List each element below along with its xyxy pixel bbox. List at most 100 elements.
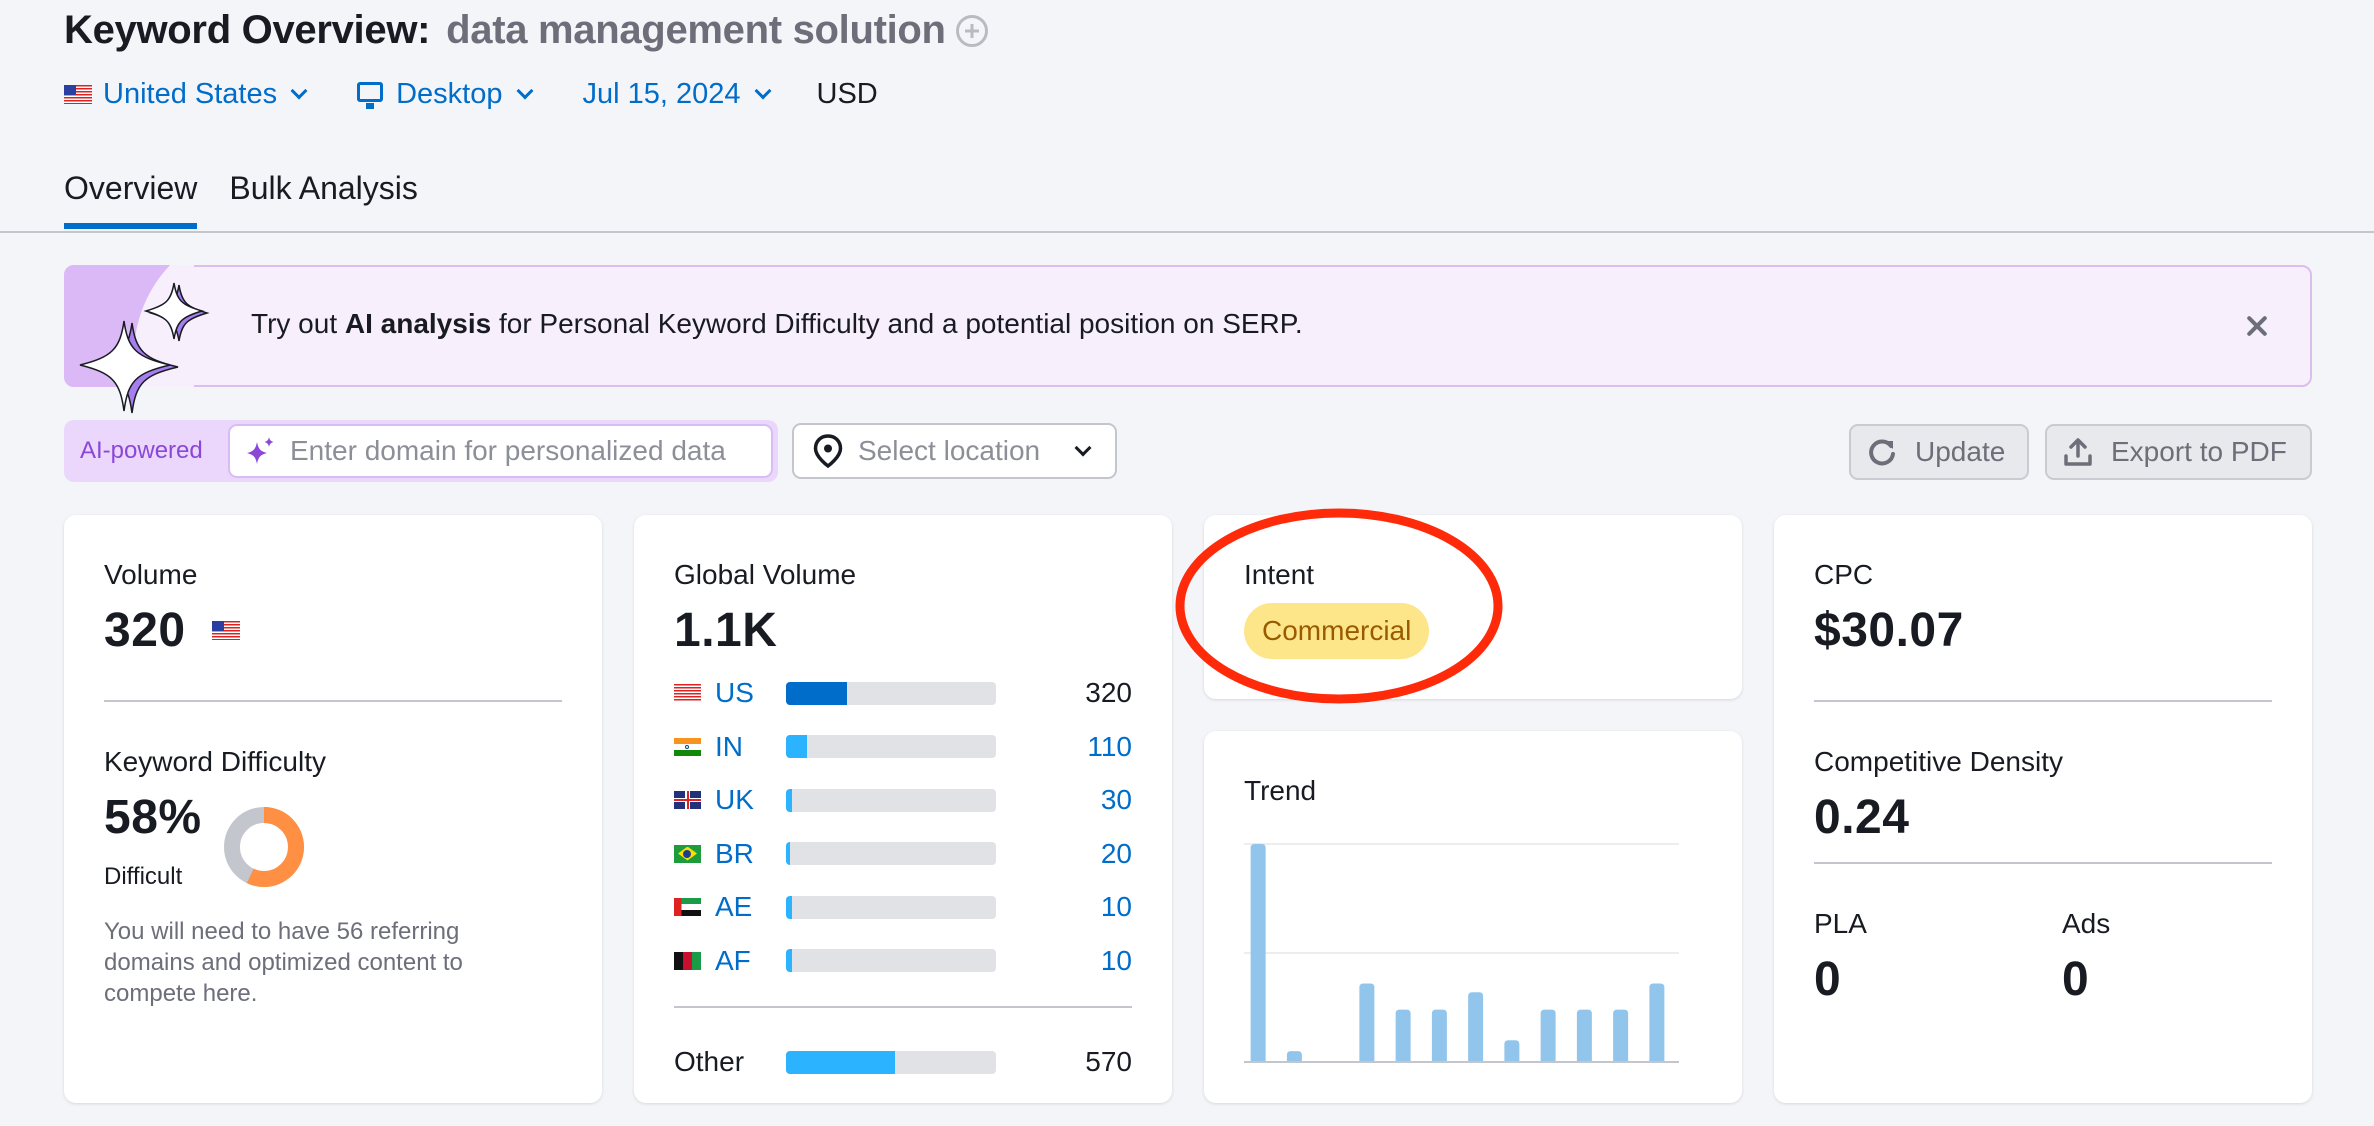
country-bar [786,735,996,758]
tab-bulk-analysis[interactable]: Bulk Analysis [229,170,418,225]
us-flag-icon [212,621,240,640]
tabs-divider [0,231,2374,233]
country-code-link[interactable]: IN [715,731,783,763]
country-volume: 320 [1085,677,1132,708]
kd-value: 58% [104,791,202,844]
date-label: Jul 15, 2024 [582,78,741,110]
cpc-label: CPC [1814,559,1874,590]
sparkle-icon [247,437,274,464]
country-volume[interactable]: 30 [1101,784,1132,816]
country-bar [786,842,996,865]
country-volume[interactable]: 10 [1101,945,1132,977]
close-icon[interactable] [2242,311,2272,341]
banner-text-start: Try out [251,308,345,339]
ai-powered-badge: AI-powered [80,437,203,464]
country-row: IN 110 [674,729,1132,765]
divider [1814,700,2272,702]
other-value: 570 [1085,1046,1132,1077]
trend-bar[interactable] [1286,1051,1302,1062]
us-flag-icon [64,85,92,104]
trend-bar[interactable] [1250,844,1266,1062]
chevron-down-icon [754,82,772,99]
chevron-down-icon [516,82,533,99]
uk-flag-icon [674,791,701,809]
country-volume[interactable]: 20 [1101,838,1132,870]
us-flag-icon [674,684,701,702]
device-dropdown[interactable]: Desktop [357,78,533,111]
country-bar [786,788,996,812]
volume-card: Volume 320 Keyword Difficulty 58% Diffic… [64,515,602,1103]
divider [1814,862,2272,864]
trend-card: Trend [1204,731,1742,1103]
keyword-text: data management solution [446,8,946,52]
trend-bar[interactable] [1649,983,1665,1062]
date-dropdown[interactable]: Jul 15, 2024 [582,78,772,111]
country-volume[interactable]: 110 [1087,731,1132,763]
country-code-link[interactable]: UK [715,784,783,816]
banner-message: Try out AI analysis for Personal Keyword… [251,308,1303,340]
chevron-down-icon [290,82,308,99]
chevron-down-icon [1074,439,1092,457]
trend-bar[interactable] [1468,992,1484,1062]
ads-label: Ads [2062,908,2111,939]
trend-bar[interactable] [1504,1040,1520,1062]
currency-label: USD [816,78,878,110]
ai-domain-group: AI-powered [64,420,778,482]
country-row: UK 30 [674,782,1132,818]
country-bar [786,949,996,972]
competitive-density-label: Competitive Density [1814,746,2063,777]
global-volume-card: Global Volume 1.1K US 320 IN 110 UK 30 BR 20 AE 1… [634,515,1172,1103]
country-code-link[interactable]: AF [715,945,783,977]
upload-icon [2064,438,2092,466]
country-row: US 320 [674,675,1132,711]
country-code-link[interactable]: BR [715,838,783,870]
ae-flag-icon [674,898,701,916]
trend-bar[interactable] [1576,1009,1592,1062]
country-volume[interactable]: 10 [1101,891,1132,923]
kd-label: Keyword Difficulty [104,746,327,777]
country-bar-fill [786,842,791,865]
intent-card: Intent Commercial [1204,515,1742,699]
other-row: Other 570 [674,1044,1132,1080]
other-bar-fill [786,1050,896,1074]
volume-label: Volume [104,559,198,590]
country-code-link[interactable]: AE [715,891,783,923]
location-placeholder: Select location [858,435,1041,466]
title-prefix: Keyword Overview: [64,8,431,52]
sparkle-stars-icon [79,282,210,414]
update-button[interactable]: Update [1849,424,2029,480]
page-title: Keyword Overview: data management soluti… [64,8,988,53]
export-pdf-button[interactable]: Export to PDF [2045,424,2312,480]
domain-field[interactable] [228,424,773,478]
trend-bar[interactable] [1395,1009,1411,1062]
country-row: BR 20 [674,836,1132,872]
cpc-card: CPC $30.07 Competitive Density 0.24 PLA … [1774,515,2312,1103]
desktop-icon [357,81,384,109]
update-label: Update [1915,436,2006,467]
cpc-value: $30.07 [1814,604,1964,657]
country-dropdown[interactable]: United States [64,78,308,111]
country-bar-fill [786,895,793,919]
domain-input[interactable] [290,435,760,467]
country-bar-fill [786,681,847,705]
tab-overview[interactable]: Overview [64,170,198,229]
location-select[interactable]: Select location [792,423,1117,479]
plus-circle-icon[interactable] [955,14,988,47]
country-bar-fill [786,949,793,972]
competitive-density-value: 0.24 [1814,791,1910,844]
volume-value: 320 [104,604,186,657]
trend-bar[interactable] [1359,983,1375,1062]
country-code-link[interactable]: US [715,677,783,709]
ai-analysis-link[interactable]: AI analysis [345,308,491,339]
trend-bar[interactable] [1431,1009,1447,1062]
country-bar [786,681,996,705]
trend-bar[interactable] [1540,1009,1556,1062]
divider [674,1006,1132,1008]
country-row: AE 10 [674,889,1132,925]
pla-label: PLA [1814,908,1867,939]
banner-text-end: for Personal Keyword Difficulty and a po… [491,308,1303,339]
trend-bar[interactable] [1613,1009,1629,1062]
other-label: Other [674,1046,745,1077]
in-flag-icon [674,737,701,756]
pla-value: 0 [1814,953,1842,1006]
